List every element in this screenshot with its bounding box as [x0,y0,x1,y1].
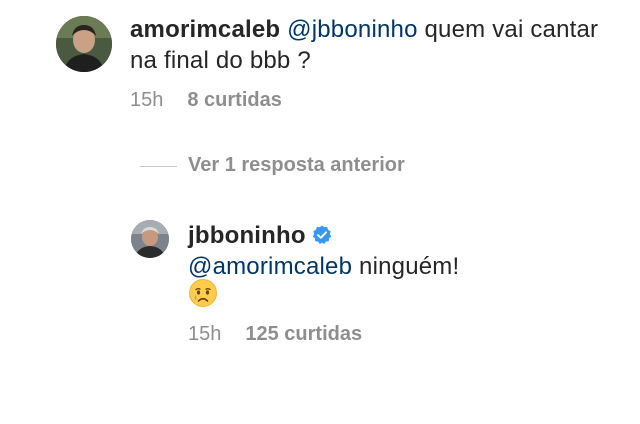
comment-meta: 15h 8 curtidas [130,89,282,112]
verified-badge-icon [312,222,332,244]
avatar-image [56,16,112,72]
comment-timestamp: 15h [130,89,164,111]
view-previous-replies-button[interactable]: Ver 1 resposta anterior [188,154,405,177]
reply-likes[interactable]: 125 curtidas [245,323,362,346]
comment-username[interactable]: amorimcaleb [130,16,280,43]
reply-timestamp: 15h [188,323,222,345]
comment-body: amorimcaleb @jbboninho quem vai cantar n… [130,14,610,76]
avatar-image [131,220,169,258]
reply-username[interactable]: jbboninho [188,222,306,249]
comment-mention[interactable]: @jbboninho [287,16,417,43]
avatar-jbboninho[interactable] [131,220,169,258]
crying-face-icon [188,278,218,308]
reply-meta: 15h 125 curtidas [188,323,362,346]
reply-text: ninguém! [352,253,460,280]
comment-likes[interactable]: 8 curtidas [187,89,281,112]
thread-divider [140,166,177,167]
avatar-amorimcaleb[interactable] [56,16,112,72]
reply-mention[interactable]: @amorimcaleb [188,253,352,280]
reply-body: jbboninho @amorimcaleb ninguém! [188,220,618,282]
